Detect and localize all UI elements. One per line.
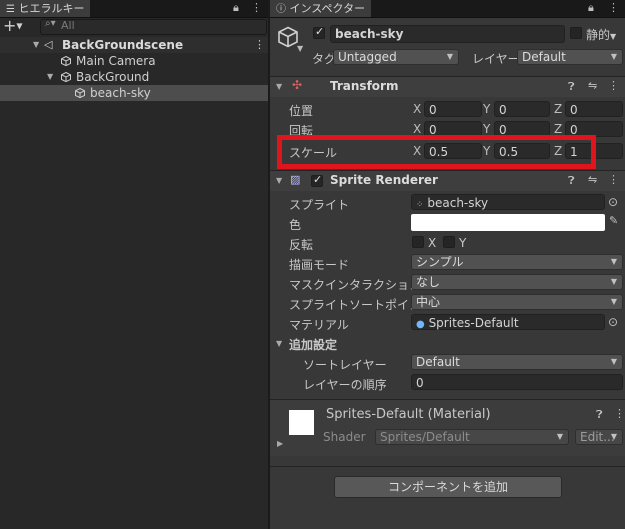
shader-edit-button[interactable]: Edit... [575, 429, 623, 445]
info-icon: ⓘ [276, 4, 286, 15]
position-label: 位置 [289, 104, 314, 118]
object-picker-icon[interactable]: ⊙ [608, 195, 618, 209]
add-object-button[interactable]: +▼ [3, 17, 33, 35]
more-menu-icon[interactable]: ⋮ [254, 37, 265, 53]
layer-label: レイヤー [472, 52, 520, 66]
inspector-tabbar: ⓘ インスペクター 🔒︎ ⋮ [270, 0, 625, 18]
gameobject-cube-icon [61, 56, 71, 66]
layer-dropdown[interactable]: Default [517, 49, 623, 65]
gameobject-cube-icon [61, 72, 71, 82]
position-y-field[interactable]: 0 [494, 101, 550, 117]
list-item[interactable]: ▼ BackGround [0, 69, 268, 85]
sprite-asset-icon: ⁘ [416, 200, 424, 210]
sprite-renderer-icon: ▨ [290, 173, 301, 186]
search-icon: ⌕▾ [45, 18, 56, 29]
material-preview [289, 410, 314, 435]
help-icon[interactable]: ❓︎ [596, 408, 603, 422]
list-icon: ☰ [6, 4, 15, 15]
color-swatch[interactable] [411, 214, 605, 231]
inspector-panel: ⓘ インスペクター 🔒︎ ⋮ ▼ beach-sky 静的▼ タグ Untagg… [270, 0, 625, 529]
sort-point-dropdown[interactable]: 中心 [411, 294, 623, 310]
lock-icon[interactable]: 🔒︎ [588, 1, 594, 15]
scene-row[interactable]: ▼ ◁ BackGroundscene ⋮ [0, 37, 268, 53]
add-component-button[interactable]: コンポーネントを追加 [334, 476, 562, 498]
chevron-down-icon: ▼ [610, 32, 617, 41]
sprite-label: スプライト [289, 198, 350, 212]
highlight-box [277, 135, 596, 169]
sorting-layer-dropdown[interactable]: Default [411, 354, 623, 370]
settings-sliders-icon[interactable]: ⇋ [588, 79, 597, 92]
active-checkbox[interactable] [313, 25, 325, 39]
hierarchy-panel: ☰ ヒエラルキー 🔒︎ ⋮ +▼ ⌕▾ All ▼ ◁ BackGroundsc… [0, 0, 268, 529]
shader-label: Shader [323, 430, 366, 444]
expand-arrow-icon[interactable]: ▼ [276, 339, 282, 348]
lock-icon[interactable]: 🔒︎ [233, 1, 239, 15]
axis-x-label[interactable]: X [413, 102, 421, 116]
mask-interaction-label: マスクインタラクション [289, 278, 422, 292]
axis-z-label[interactable]: Z [554, 102, 562, 116]
more-menu-icon[interactable]: ⋮ [251, 1, 262, 14]
tab-hierarchy[interactable]: ☰ ヒエラルキー [0, 0, 91, 17]
order-in-layer-label: レイヤーの順序 [303, 378, 387, 392]
flip-label: 反転 [289, 238, 314, 252]
draw-mode-dropdown[interactable]: シンプル [411, 254, 623, 270]
flip-y-checkbox[interactable] [443, 236, 455, 248]
transform-header[interactable]: ▼ ✣ Transform ❓︎ ⇋ ⋮ [270, 76, 625, 97]
expand-arrow-icon[interactable]: ▼ [276, 176, 282, 185]
material-object-field[interactable]: ● Sprites-Default [411, 314, 605, 330]
material-section: Sprites-Default (Material) ❓︎ ⋮ ▶ Shader… [270, 400, 625, 456]
material-name: Sprites-Default (Material) [326, 407, 491, 422]
more-menu-icon[interactable]: ⋮ [608, 1, 619, 14]
divider [270, 466, 625, 467]
object-picker-icon[interactable]: ⊙ [608, 315, 618, 329]
additional-settings-label[interactable]: 追加設定 [289, 336, 337, 353]
hierarchy-search-input[interactable]: ⌕▾ All [40, 18, 267, 35]
axis-y-label[interactable]: Y [483, 102, 490, 116]
settings-sliders-icon[interactable]: ⇋ [588, 173, 597, 186]
axis-x-label[interactable]: X [413, 122, 421, 136]
sprite-object-field[interactable]: ⁘ beach-sky [411, 194, 605, 210]
sprite-renderer-enabled-checkbox[interactable] [311, 173, 323, 187]
sprite-renderer-header[interactable]: ▼ ▨ Sprite Renderer ❓︎ ⇋ ⋮ [270, 170, 625, 191]
static-label[interactable]: 静的▼ [586, 26, 616, 43]
flip-x-label: X [428, 236, 437, 250]
object-name-field[interactable]: beach-sky [330, 25, 565, 43]
eyedropper-icon[interactable]: ✎ [609, 214, 618, 227]
unity-scene-icon: ◁ [44, 38, 53, 51]
material-sphere-icon: ● [416, 319, 425, 330]
chevron-down-icon: ▼ [16, 21, 23, 31]
position-z-field[interactable]: 0 [565, 101, 623, 117]
expand-arrow-icon[interactable]: ▼ [47, 69, 53, 85]
hierarchy-tabbar: ☰ ヒエラルキー 🔒︎ ⋮ [0, 0, 268, 18]
axis-z-label[interactable]: Z [554, 122, 562, 136]
help-icon[interactable]: ❓︎ [568, 80, 575, 94]
expand-arrow-icon[interactable]: ▼ [33, 37, 39, 53]
draw-mode-label: 描画モード [289, 258, 350, 272]
transform-axes-icon: ✣ [292, 78, 303, 92]
material-label: マテリアル [289, 318, 349, 332]
help-icon[interactable]: ❓︎ [568, 174, 575, 188]
expand-arrow-icon[interactable]: ▶ [277, 439, 283, 448]
static-checkbox[interactable] [570, 27, 582, 39]
shader-dropdown[interactable]: Sprites/Default [375, 429, 569, 445]
more-menu-icon[interactable]: ⋮ [614, 407, 625, 420]
gameobject-cube-icon [75, 88, 85, 98]
list-item[interactable]: Main Camera [0, 53, 268, 69]
order-in-layer-field[interactable]: 0 [411, 374, 623, 390]
flip-y-label: Y [459, 236, 467, 250]
sorting-layer-label: ソートレイヤー [303, 358, 387, 372]
gameobject-cube-icon [278, 26, 298, 48]
tag-dropdown[interactable]: Untagged [333, 49, 459, 65]
expand-arrow-icon[interactable]: ▼ [276, 82, 282, 91]
mask-interaction-dropdown[interactable]: なし [411, 274, 623, 290]
tab-inspector[interactable]: ⓘ インスペクター [270, 0, 372, 17]
flip-x-checkbox[interactable] [412, 236, 424, 248]
position-x-field[interactable]: 0 [424, 101, 482, 117]
axis-y-label[interactable]: Y [483, 122, 490, 136]
more-menu-icon[interactable]: ⋮ [608, 173, 619, 186]
more-menu-icon[interactable]: ⋮ [608, 79, 619, 92]
list-item[interactable]: beach-sky [0, 85, 268, 101]
color-label: 色 [289, 218, 302, 232]
chevron-down-icon[interactable]: ▼ [297, 44, 303, 53]
